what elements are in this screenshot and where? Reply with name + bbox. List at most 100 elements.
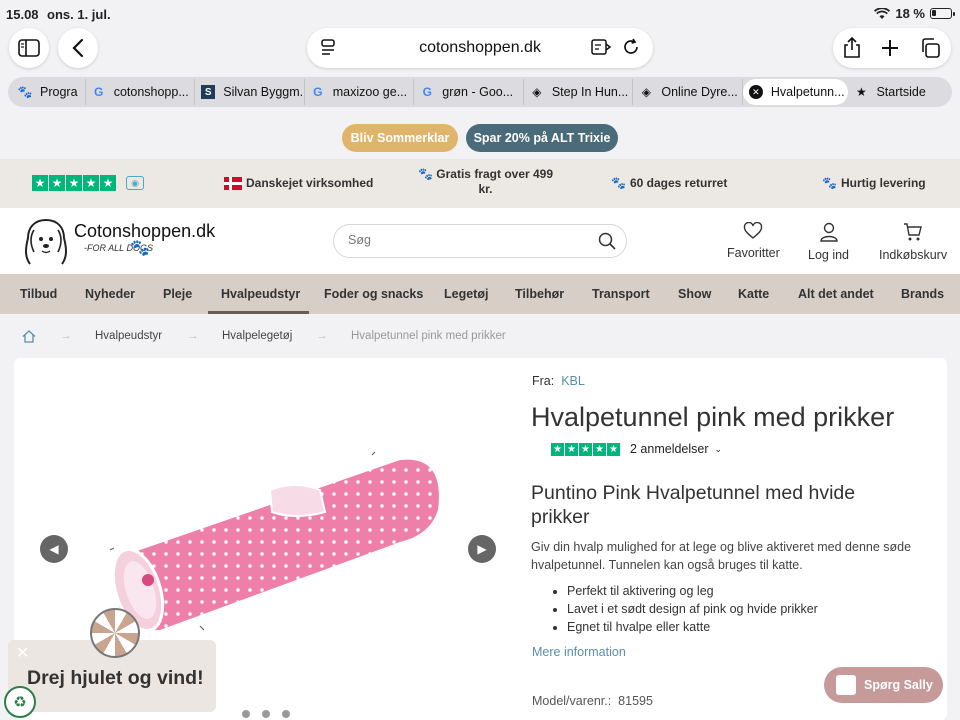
tab-item[interactable]: S Silvan Byggm... [195, 79, 305, 105]
status-date: ons. 1. jul. [47, 7, 111, 22]
product-image[interactable] [100, 440, 450, 640]
google-icon: G [422, 85, 432, 99]
brand-link[interactable]: KBL [561, 374, 585, 388]
login-button[interactable]: Log ind [808, 222, 849, 262]
tab-item[interactable]: Gmaxizoo ge... [305, 79, 415, 105]
close-icon[interactable]: ✕ [16, 643, 29, 663]
reviews-count: 2 anmeldelser [630, 442, 709, 456]
promo-summer-button[interactable]: Bliv Sommerklar [342, 124, 458, 152]
sidebar-toggle-button[interactable] [9, 28, 49, 68]
tab-item[interactable]: Gcotonshopp... [86, 79, 196, 105]
close-tab-icon[interactable]: ✕ [748, 85, 763, 99]
breadcrumb-link[interactable]: Hvalpeudstyr [95, 330, 162, 342]
new-tab-icon[interactable] [881, 39, 899, 57]
tab-item[interactable]: Ggrøn - Goo... [414, 79, 524, 105]
star-icon: ★ [856, 85, 867, 99]
tab-item[interactable]: 🐾 Progra [12, 79, 86, 105]
browser-actions [833, 28, 951, 68]
dog-logo-icon[interactable] [20, 214, 72, 268]
product-title: Hvalpetunnel pink med prikker [531, 402, 895, 432]
breadcrumb-arrow-icon: → [60, 330, 72, 342]
sidebar-icon [18, 39, 40, 57]
usp-shipping: 🐾 Gratis fragt over 499 kr. [418, 167, 554, 196]
trustpilot-rating[interactable]: ★ ★ ★ ★ ★ ◉ [32, 175, 144, 191]
breadcrumb: → Hvalpeudstyr → Hvalpelegetøj → Hvalpet… [0, 320, 960, 352]
gallery-dot[interactable] [282, 710, 290, 718]
user-icon [819, 222, 838, 242]
search-icon[interactable] [598, 232, 616, 250]
cart-icon [904, 223, 922, 241]
tab-item[interactable]: ★ Startside [848, 79, 948, 105]
status-bar: 15.08 ons. 1. jul. 18 % [0, 0, 960, 28]
chat-avatar-icon [836, 675, 856, 695]
favorites-button[interactable]: Favoritter [727, 222, 780, 260]
feature-item: Perfekt til aktivering og leg [567, 582, 818, 600]
nav-item[interactable]: Katte [738, 287, 769, 301]
gallery-dot[interactable] [262, 710, 270, 718]
gallery-dots [242, 710, 290, 718]
feature-item: Lavet i et sødt design af pink og hvide … [567, 600, 818, 618]
nav-item-active[interactable]: Hvalpeudstyr [221, 287, 300, 301]
address-bar[interactable]: cotonshoppen.dk [307, 28, 653, 68]
review-stars: ★ ★ ★ ★ ★ [551, 442, 620, 456]
home-icon[interactable] [22, 330, 36, 343]
more-info-link[interactable]: Mere information [532, 645, 626, 659]
nav-item[interactable]: Show [678, 287, 711, 301]
breadcrumb-current: Hvalpetunnel pink med prikker [351, 330, 506, 342]
feature-item: Egnet til hvalpe eller katte [567, 618, 818, 636]
tab-item[interactable]: ◈ Step In Hun... [524, 79, 634, 105]
product-reviews[interactable]: ★ ★ ★ ★ ★ 2 anmeldelser ⌄ [551, 442, 722, 456]
back-button[interactable] [58, 28, 98, 68]
danish-flag-icon [224, 176, 242, 190]
nav-item[interactable]: Transport [592, 287, 650, 301]
gallery-dot[interactable] [242, 710, 250, 718]
chevron-left-icon: ◀ [49, 542, 59, 556]
nav-item[interactable]: Foder og snacks [324, 287, 423, 301]
nav-item[interactable]: Legetøj [444, 287, 488, 301]
breadcrumb-arrow-icon: → [187, 330, 199, 342]
nav-item[interactable]: Brands [901, 287, 944, 301]
tabs-overview-icon[interactable] [919, 37, 941, 59]
usp-band: ★ ★ ★ ★ ★ ◉ Danskejet virksomhed 🐾 Gratis fr… [0, 159, 960, 208]
flame-icon: ◈ [532, 85, 542, 99]
site-header: Cotonshoppen.dk -FOR ALL DOGS 🐾 Favoritt… [0, 208, 960, 274]
rating-stars: ★ ★ ★ ★ ★ [32, 175, 116, 191]
prize-wheel-icon[interactable] [90, 608, 140, 658]
nav-item[interactable]: Tilbehør [515, 287, 564, 301]
nav-active-indicator [208, 311, 309, 314]
search-box [333, 224, 627, 258]
silvan-icon: S [201, 85, 216, 99]
chat-button[interactable]: Spørg Sally [824, 667, 943, 703]
eco-badge-icon[interactable]: ♻ [4, 686, 36, 718]
battery-icon [930, 8, 955, 19]
breadcrumb-arrow-icon: → [316, 330, 328, 342]
nav-item[interactable]: Tilbud [20, 287, 57, 301]
paw-icon: 🐾 [17, 85, 33, 99]
chevron-down-icon: ⌄ [714, 443, 723, 454]
translate-icon[interactable] [591, 38, 611, 56]
usp-returns: 🐾 60 dages returret [611, 176, 728, 190]
share-icon[interactable] [843, 37, 861, 59]
cart-button[interactable]: Indkøbskurv [879, 222, 947, 262]
search-input[interactable] [348, 233, 588, 247]
breadcrumb-link[interactable]: Hvalpelegetøj [222, 330, 292, 342]
model-number: Model/varenr.: 81595 [532, 694, 653, 708]
promo-trixie-button[interactable]: Spar 20% på ALT Trixie [466, 124, 618, 152]
reload-icon[interactable] [622, 38, 640, 56]
tab-item[interactable]: ◈ Online Dyre... [633, 79, 743, 105]
product-features: Perfekt til aktivering og leg Lavet i et… [567, 582, 818, 636]
google-icon: G [94, 85, 104, 99]
nav-item[interactable]: Pleje [163, 287, 192, 301]
product-description: Giv din hvalp mulighed for at lege og bl… [531, 540, 912, 572]
nav-item[interactable]: Alt det andet [798, 287, 874, 301]
tab-item-active[interactable]: ✕ Hvalpetunn... [742, 79, 849, 105]
paw-icon: 🐾 [611, 176, 626, 190]
paw-icon: 🐾 [130, 240, 150, 257]
next-image-button[interactable]: ▶ [468, 535, 496, 563]
prev-image-button[interactable]: ◀ [40, 535, 68, 563]
spin-wheel-text[interactable]: Drej hjulet og vind! [27, 667, 204, 690]
chevron-left-icon [72, 38, 84, 58]
nav-item[interactable]: Nyheder [85, 287, 135, 301]
flame-icon: ◈ [641, 85, 651, 99]
product-subtitle: Puntino Pink Hvalpetunnel med hvide prik… [531, 482, 856, 528]
